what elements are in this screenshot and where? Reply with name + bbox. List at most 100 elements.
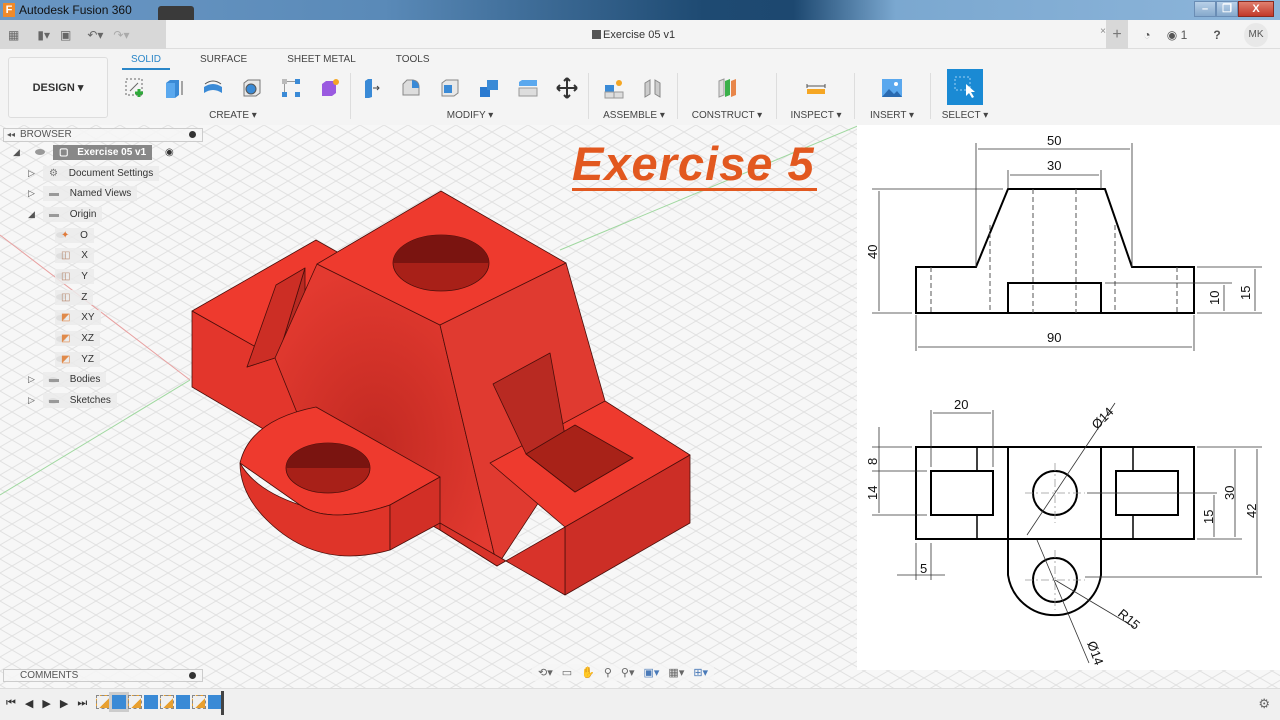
canvas-viewport[interactable]: Exercise 5 ◂◂ BROWSER ◢ ▢ Exercise 05 v1 ◉…: [0, 125, 1280, 688]
job-status-icon[interactable]: ◉ 1: [1160, 28, 1194, 42]
add-comment-icon[interactable]: [189, 672, 196, 679]
create-form-icon[interactable]: [310, 73, 349, 103]
comments-header[interactable]: COMMENTS: [3, 669, 203, 682]
shell-icon[interactable]: [430, 73, 469, 103]
close-tab-icon[interactable]: ×: [1100, 26, 1106, 37]
browser-item-x[interactable]: ◫ X: [3, 245, 203, 266]
select-menu[interactable]: SELECT: [942, 110, 981, 121]
browser-item-exercise-05-v1[interactable]: ◢ ▢ Exercise 05 v1 ◉: [3, 142, 203, 163]
timeline-settings-gear-icon[interactable]: ⚙: [1258, 696, 1270, 712]
help-icon[interactable]: ?: [1204, 28, 1230, 42]
browser-item-origin[interactable]: ◢ ▬ Origin: [3, 204, 203, 225]
new-component-icon[interactable]: [594, 73, 633, 103]
browser-pin-icon[interactable]: [189, 131, 196, 138]
timeline-feature-sketch[interactable]: [160, 695, 174, 709]
replace-face-icon[interactable]: [508, 73, 547, 103]
browser-item-label: X: [81, 250, 88, 262]
undo-icon[interactable]: ↶▾: [87, 28, 103, 42]
timeline-last-icon[interactable]: ⏭: [77, 697, 87, 710]
insert-menu[interactable]: INSERT: [870, 110, 906, 121]
timeline-feature-sketch[interactable]: [192, 695, 206, 709]
document-tab[interactable]: Exercise 05 v1: [592, 29, 675, 41]
tab-sheet-metal[interactable]: SHEET METAL: [287, 54, 356, 70]
timeline-first-icon[interactable]: ⏮: [6, 697, 16, 710]
insert-image-icon[interactable]: [873, 73, 912, 103]
close-window-button[interactable]: X: [1238, 1, 1274, 17]
user-avatar[interactable]: MK: [1244, 22, 1268, 47]
timeline-marker[interactable]: [221, 691, 224, 715]
collapse-icon[interactable]: ◢: [28, 209, 35, 220]
browser-item-named-views[interactable]: ▷ ▬ Named Views: [3, 183, 203, 204]
browser-item-z[interactable]: ◫ Z: [3, 287, 203, 308]
assemble-menu[interactable]: ASSEMBLE: [603, 110, 657, 121]
browser-item-label: O: [80, 229, 88, 241]
browser-item-document-settings[interactable]: ▷ ⚙ Document Settings: [3, 163, 203, 184]
tab-solid[interactable]: SOLID: [122, 54, 170, 70]
zoom-icon[interactable]: ⚲: [604, 666, 612, 679]
construct-menu[interactable]: CONSTRUCT: [692, 110, 755, 121]
expand-icon[interactable]: ▷: [28, 395, 35, 406]
browser-item-bodies[interactable]: ▷ ▬ Bodies: [3, 370, 203, 391]
pattern-icon[interactable]: [271, 73, 310, 103]
measure-icon[interactable]: [797, 73, 836, 103]
window-select-icon[interactable]: [947, 69, 983, 105]
viewports-icon[interactable]: ⊞▾: [693, 666, 708, 679]
press-pull-icon[interactable]: [352, 73, 391, 103]
offset-plane-icon[interactable]: [708, 73, 747, 103]
fillet-icon[interactable]: [391, 73, 430, 103]
display-settings-icon[interactable]: ▣▾: [644, 666, 660, 679]
modify-menu[interactable]: MODIFY: [447, 110, 486, 121]
orbit-icon[interactable]: ⟲▾: [538, 666, 553, 679]
timeline-play-icon[interactable]: ▶: [42, 697, 50, 710]
expand-icon[interactable]: ▷: [28, 374, 35, 385]
grid-settings-icon[interactable]: ▦▾: [668, 666, 684, 679]
workspace-switcher[interactable]: DESIGN ▾: [8, 57, 108, 118]
restore-button[interactable]: ❐: [1216, 1, 1238, 17]
data-panel-grid-icon[interactable]: ▦: [8, 28, 19, 42]
browser-item-o[interactable]: ✦ O: [3, 225, 203, 246]
tab-tools[interactable]: TOOLS: [396, 54, 430, 70]
plane-icon: ◩: [61, 353, 74, 365]
timeline-feature-extrude[interactable]: [144, 695, 158, 709]
create-sketch-icon[interactable]: [115, 73, 154, 103]
look-at-icon[interactable]: ▭: [562, 666, 572, 679]
save-icon[interactable]: ▣: [60, 28, 71, 42]
tab-surface[interactable]: SURFACE: [200, 54, 247, 70]
visibility-eye-icon[interactable]: [35, 149, 45, 156]
component-icon: ▢: [59, 146, 72, 158]
timeline-next-icon[interactable]: ▶: [60, 697, 68, 710]
browser-item-sketches[interactable]: ▷ ▬ Sketches: [3, 390, 203, 411]
dim-14: 14: [865, 486, 880, 500]
new-tab-button[interactable]: +: [1106, 20, 1128, 49]
timeline-feature-sketch[interactable]: [128, 695, 142, 709]
extrude-icon[interactable]: [154, 73, 193, 103]
timeline-feature-extrude[interactable]: [208, 695, 222, 709]
fit-icon[interactable]: ⚲▾: [621, 666, 635, 679]
extensions-icon[interactable]: ◔: [1134, 28, 1160, 42]
create-menu[interactable]: CREATE: [209, 110, 249, 121]
expand-icon[interactable]: ▷: [28, 188, 35, 199]
activate-radio-icon[interactable]: ◉: [165, 147, 174, 158]
timeline-previous-icon[interactable]: ◀: [25, 697, 33, 710]
combine-icon[interactable]: [469, 73, 508, 103]
browser-header[interactable]: ◂◂ BROWSER: [3, 128, 203, 142]
hole-icon[interactable]: [232, 73, 271, 103]
timeline-feature-sketch[interactable]: [96, 695, 110, 709]
browser-item-xz[interactable]: ◩ XZ: [3, 328, 203, 349]
expand-icon[interactable]: ▷: [28, 168, 35, 179]
inspect-group: INSPECT ▾: [780, 71, 852, 123]
redo-icon[interactable]: ↷▾: [113, 28, 129, 42]
minimize-button[interactable]: –: [1194, 1, 1216, 17]
timeline-feature-extrude[interactable]: [109, 692, 129, 712]
pan-icon[interactable]: ✋: [581, 666, 595, 679]
timeline-feature-extrude[interactable]: [176, 695, 190, 709]
browser-item-y[interactable]: ◫ Y: [3, 266, 203, 287]
move-icon[interactable]: [547, 73, 586, 103]
collapse-icon[interactable]: ◢: [13, 147, 20, 158]
joint-icon[interactable]: [633, 73, 672, 103]
browser-item-yz[interactable]: ◩ YZ: [3, 349, 203, 370]
browser-item-xy[interactable]: ◩ XY: [3, 308, 203, 329]
file-menu-icon[interactable]: ▮▾: [37, 28, 50, 42]
inspect-menu[interactable]: INSPECT: [791, 110, 834, 121]
revolve-icon[interactable]: [193, 73, 232, 103]
